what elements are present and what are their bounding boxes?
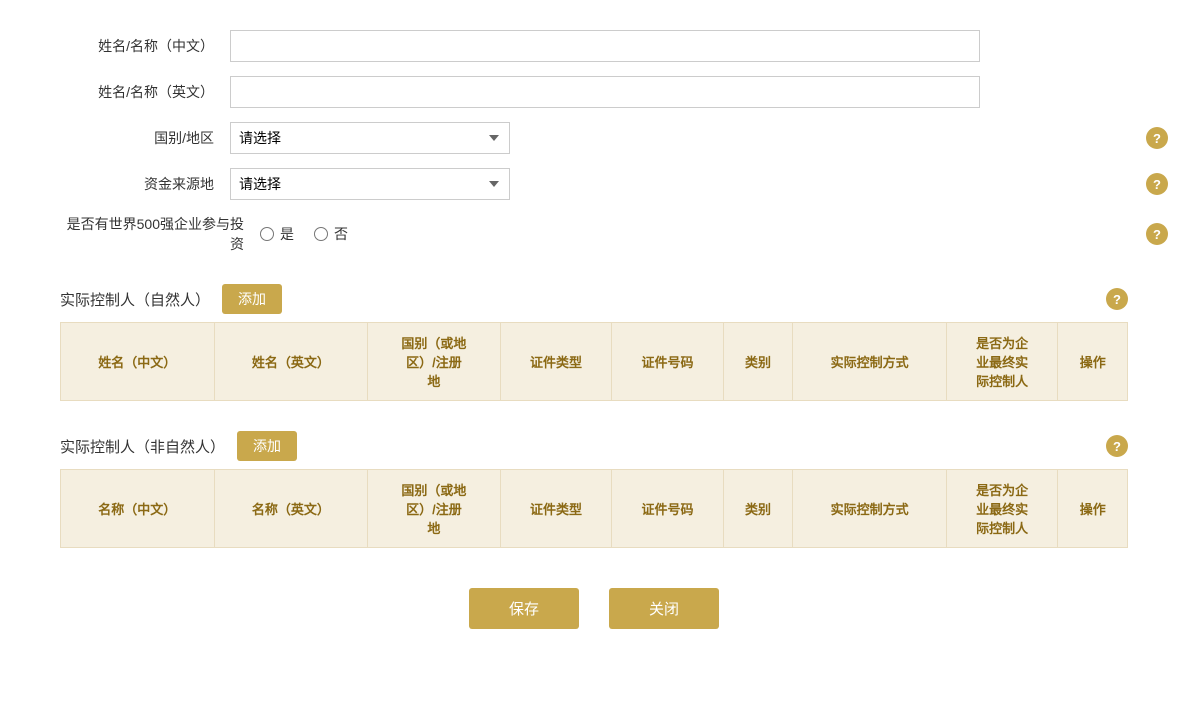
section2-title: 实际控制人（非自然人） — [60, 436, 225, 457]
section1-table: 姓名（中文） 姓名（英文） 国别（或地区）/注册地 证件类型 证件号码 类别 实… — [60, 322, 1128, 401]
col9-natural-action: 操作 — [1058, 323, 1128, 401]
col7-natural-control-mode: 实际控制方式 — [793, 323, 947, 401]
radio-yes-input[interactable] — [260, 227, 274, 241]
col6-nonnatural-category: 类别 — [723, 470, 793, 548]
col4-nonnatural-cert-type: 证件类型 — [500, 470, 612, 548]
col4-natural-cert-type: 证件类型 — [500, 323, 612, 401]
radio-no-label: 否 — [334, 224, 348, 244]
col5-nonnatural-cert-no: 证件号码 — [612, 470, 724, 548]
name-en-label: 姓名/名称（英文） — [60, 82, 230, 102]
fund-source-help-icon[interactable]: ? — [1146, 173, 1168, 195]
country-row: 国别/地区 请选择 ? — [60, 122, 1128, 154]
name-en-row: 姓名/名称（英文） — [60, 76, 1128, 108]
name-cn-input[interactable] — [230, 30, 980, 62]
name-cn-label: 姓名/名称（中文） — [60, 36, 230, 56]
fortune500-help-icon[interactable]: ? — [1146, 223, 1168, 245]
col2-natural-en: 姓名（英文） — [214, 323, 368, 401]
col3-natural-country: 国别（或地区）/注册地 — [368, 323, 501, 401]
radio-yes[interactable]: 是 — [260, 224, 294, 244]
radio-no-input[interactable] — [314, 227, 328, 241]
section1-help-icon[interactable]: ? — [1106, 288, 1128, 310]
save-button[interactable]: 保存 — [469, 588, 579, 629]
section2-header: 实际控制人（非自然人） 添加 ? — [60, 421, 1128, 469]
col3-nonnatural-country: 国别（或地区）/注册地 — [368, 470, 501, 548]
radio-yes-label: 是 — [280, 224, 294, 244]
country-select[interactable]: 请选择 — [230, 122, 510, 154]
section2-help-icon[interactable]: ? — [1106, 435, 1128, 457]
bottom-actions: 保存 关闭 — [60, 588, 1128, 629]
col1-natural-cn: 姓名（中文） — [61, 323, 215, 401]
col5-natural-cert-no: 证件号码 — [612, 323, 724, 401]
col9-nonnatural-action: 操作 — [1058, 470, 1128, 548]
close-button[interactable]: 关闭 — [609, 588, 719, 629]
name-cn-row: 姓名/名称（中文） — [60, 30, 1128, 62]
section2-add-button[interactable]: 添加 — [237, 431, 297, 461]
section1-title: 实际控制人（自然人） — [60, 289, 210, 310]
section1-table-wrapper: 姓名（中文） 姓名（英文） 国别（或地区）/注册地 证件类型 证件号码 类别 实… — [60, 322, 1128, 401]
name-en-input[interactable] — [230, 76, 980, 108]
section2-table: 名称（中文） 名称（英文） 国别（或地区）/注册地 证件类型 证件号码 类别 实… — [60, 469, 1128, 548]
section2-wrapper: 实际控制人（非自然人） 添加 ? 名称（中文） 名称（英文） 国别（或地区）/注… — [60, 421, 1128, 548]
fund-source-label: 资金来源地 — [60, 174, 230, 194]
country-help-icon[interactable]: ? — [1146, 127, 1168, 149]
section1-header: 实际控制人（自然人） 添加 ? — [60, 274, 1128, 322]
col8-nonnatural-ultimate: 是否为企业最终实际控制人 — [946, 470, 1058, 548]
fund-source-row: 资金来源地 请选择 ? — [60, 168, 1128, 200]
col6-natural-category: 类别 — [723, 323, 793, 401]
fortune500-radio-group: 是 否 — [260, 224, 348, 244]
col1-nonnatural-cn: 名称（中文） — [61, 470, 215, 548]
form-section: 姓名/名称（中文） 姓名/名称（英文） 国别/地区 请选择 ? 资金来源地 请选… — [60, 30, 1128, 254]
country-label: 国别/地区 — [60, 128, 230, 148]
section2-header-row: 名称（中文） 名称（英文） 国别（或地区）/注册地 证件类型 证件号码 类别 实… — [61, 470, 1128, 548]
fortune500-label: 是否有世界500强企业参与投资 — [60, 214, 260, 254]
fund-source-select[interactable]: 请选择 — [230, 168, 510, 200]
col7-nonnatural-control-mode: 实际控制方式 — [793, 470, 947, 548]
col8-natural-ultimate: 是否为企业最终实际控制人 — [946, 323, 1058, 401]
col2-nonnatural-en: 名称（英文） — [214, 470, 368, 548]
section1-header-row: 姓名（中文） 姓名（英文） 国别（或地区）/注册地 证件类型 证件号码 类别 实… — [61, 323, 1128, 401]
main-container: 姓名/名称（中文） 姓名/名称（英文） 国别/地区 请选择 ? 资金来源地 请选… — [60, 30, 1128, 649]
radio-no[interactable]: 否 — [314, 224, 348, 244]
section2-table-wrapper: 名称（中文） 名称（英文） 国别（或地区）/注册地 证件类型 证件号码 类别 实… — [60, 469, 1128, 548]
section1-add-button[interactable]: 添加 — [222, 284, 282, 314]
section1-wrapper: 实际控制人（自然人） 添加 ? 姓名（中文） 姓名（英文） 国别（或地区）/注册… — [60, 274, 1128, 401]
fortune500-row: 是否有世界500强企业参与投资 是 否 ? — [60, 214, 1128, 254]
